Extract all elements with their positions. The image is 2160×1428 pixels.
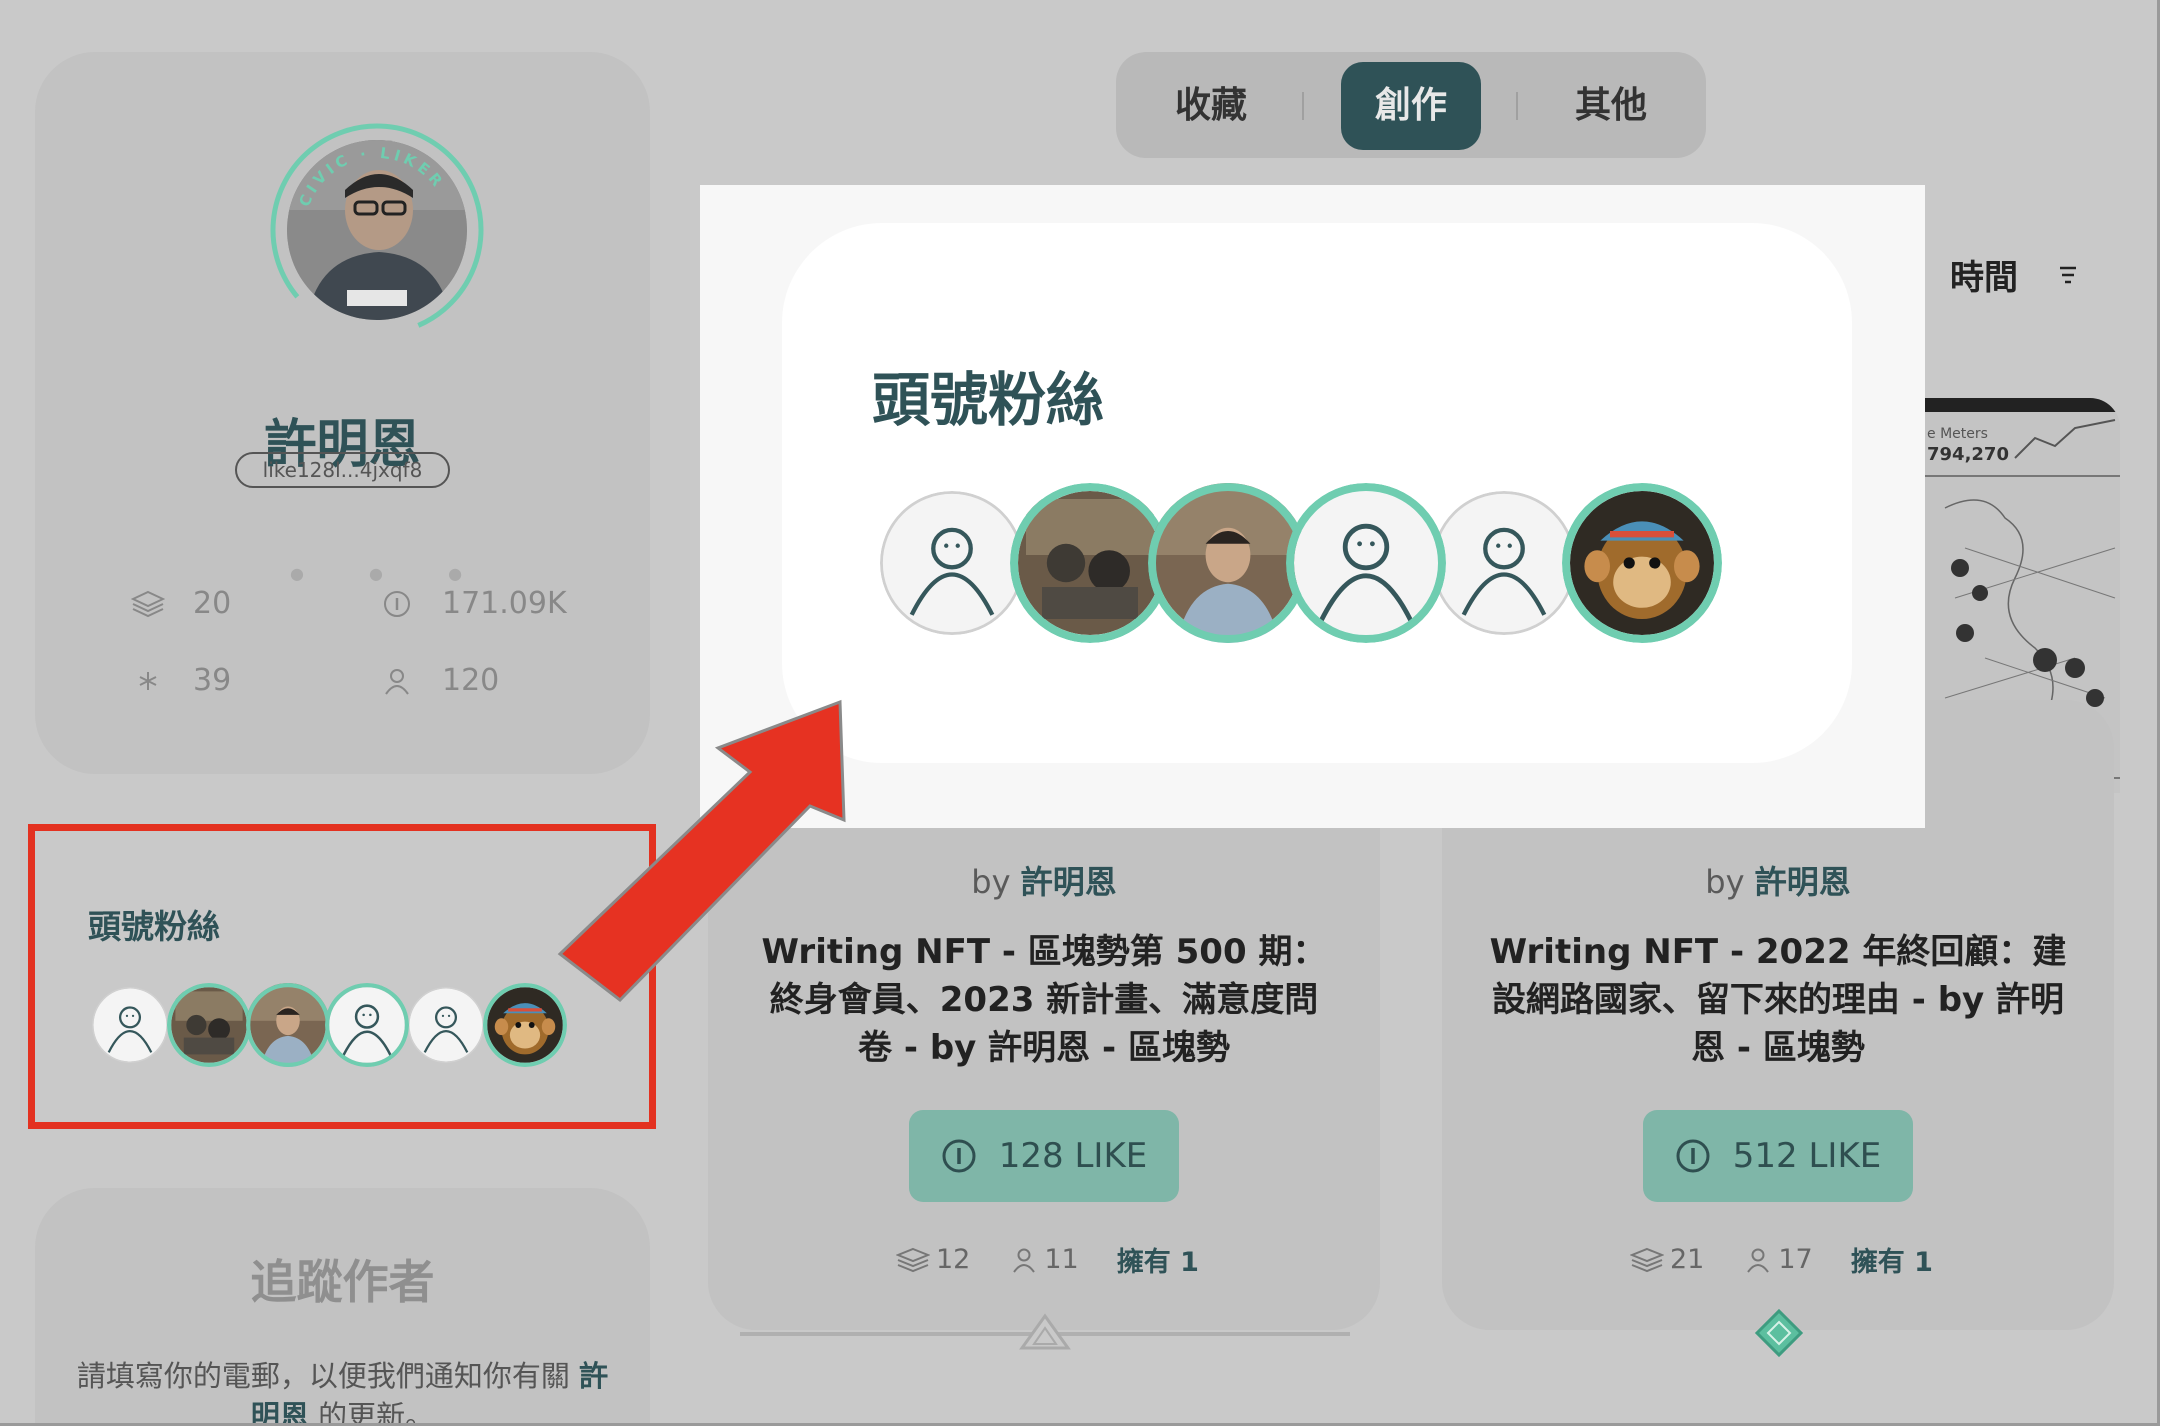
fan-avatar[interactable] (1010, 483, 1170, 643)
card-divider-common (740, 1313, 1350, 1350)
like-button-label: 512 LIKE (1732, 1136, 1882, 1176)
tab-bar: 收藏 創作 其他 (1116, 52, 1706, 158)
nft-author[interactable]: 許明恩 (1021, 863, 1117, 901)
sort-icon[interactable] (2058, 264, 2078, 290)
nft-by-line: by 許明恩 (1442, 857, 2114, 903)
layers-icon (896, 1246, 930, 1274)
stat-likes: 171.09K (380, 586, 567, 621)
more-dots-icon[interactable]: ● ● ● (290, 564, 492, 583)
tab-divider (1302, 92, 1304, 120)
nft-meta: 12 11 擁有 1 (896, 1240, 1199, 1279)
like-button-label: 128 LIKE (998, 1136, 1148, 1176)
civic-liker-avatar[interactable]: CIVIC · LIKER (265, 118, 489, 342)
top-fans-title: 頭號粉絲 (872, 366, 1105, 434)
nft-owned: 擁有 1 (1850, 1247, 1933, 1278)
card-divider-rare (1470, 1308, 2080, 1358)
fan-avatar-placeholder[interactable] (1286, 483, 1446, 643)
stat-works: 20 (131, 586, 231, 621)
sort-label[interactable]: 時間 (1950, 250, 2018, 299)
svg-text:CIVIC · LIKER: CIVIC · LIKER (295, 144, 448, 209)
fan-avatar[interactable] (1562, 483, 1722, 643)
map-meters-label: e Meters (1927, 426, 1988, 442)
by-text: by (1705, 863, 1745, 901)
nft-collected-count: 12 (936, 1244, 971, 1275)
person-icon (1744, 1246, 1772, 1274)
like-coin-icon (941, 1138, 977, 1174)
follow-author-text: 請填寫你的電郵，以便我們通知你有關 許明恩 的更新。 (75, 1356, 610, 1426)
follow-author-card: 追蹤作者 請填寫你的電郵，以便我們通知你有關 許明恩 的更新。 (35, 1188, 650, 1426)
follow-text-tail: 的更新。 (318, 1399, 435, 1426)
tab-collected[interactable]: 收藏 (1136, 62, 1286, 150)
map-value-label: 794,270 (1927, 444, 2009, 465)
civic-badge-text: CIVIC · LIKER (295, 144, 444, 209)
nft-author[interactable]: 許明恩 (1755, 863, 1851, 901)
tab-divider (1516, 92, 1518, 120)
layers-icon (1630, 1246, 1664, 1274)
stat-sparkles: 39 (131, 663, 231, 698)
nft-collector-count: 17 (1778, 1244, 1813, 1275)
zoom-popup: 頭號粉絲 (700, 185, 1925, 828)
top-fans-card-zoomed: 頭號粉絲 (782, 223, 1852, 763)
stat-sparkles-value: 39 (193, 663, 232, 698)
person-icon (380, 664, 414, 698)
nft-owned: 擁有 1 (1116, 1247, 1199, 1278)
fan-avatar[interactable] (167, 983, 251, 1067)
fan-avatar-placeholder[interactable] (325, 983, 409, 1067)
like-coin-icon (380, 587, 414, 621)
wallet-address[interactable]: like128l...4jxqf8 (235, 452, 450, 488)
stat-works-value: 20 (193, 586, 232, 621)
fan-avatar-placeholder[interactable] (880, 491, 1024, 635)
nft-meta: 21 17 擁有 1 (1630, 1240, 1933, 1279)
tab-created[interactable]: 創作 (1341, 62, 1481, 150)
tab-other[interactable]: 其他 (1536, 62, 1686, 150)
fan-avatar-placeholder[interactable] (1432, 491, 1576, 635)
by-text: by (971, 863, 1011, 901)
person-icon (1010, 1246, 1038, 1274)
fan-avatar[interactable] (1148, 483, 1308, 643)
layers-icon (131, 587, 165, 621)
fan-avatar-placeholder[interactable] (408, 987, 484, 1063)
pointer-arrow-icon (557, 699, 846, 1002)
nft-collector-count: 11 (1044, 1244, 1079, 1275)
fan-avatar[interactable] (246, 983, 330, 1067)
follow-author-title: 追蹤作者 (250, 1255, 435, 1309)
stat-followers-value: 120 (442, 663, 500, 698)
fan-avatar-placeholder[interactable] (92, 987, 168, 1063)
like-coin-icon (1675, 1138, 1711, 1174)
app-canvas: CIVIC · LIKER 許明恩 like128l...4jxqf8 ● ● … (0, 0, 2160, 1426)
like-button[interactable]: 512 LIKE (1643, 1110, 1913, 1202)
profile-card: CIVIC · LIKER 許明恩 like128l...4jxqf8 ● ● … (35, 52, 650, 774)
like-button[interactable]: 128 LIKE (909, 1110, 1179, 1202)
follow-text-before: 請填寫你的電郵，以便我們通知你有關 (76, 1359, 570, 1393)
nft-title[interactable]: Writing NFT - 2022 年終回顧：建設網路國家、留下來的理由 - … (1487, 928, 2069, 1072)
stat-likes-value: 171.09K (442, 586, 567, 621)
sparkle-icon (131, 664, 165, 698)
nft-collected-count: 21 (1670, 1244, 1705, 1275)
fan-avatar[interactable] (483, 983, 567, 1067)
stat-followers: 120 (380, 663, 499, 698)
